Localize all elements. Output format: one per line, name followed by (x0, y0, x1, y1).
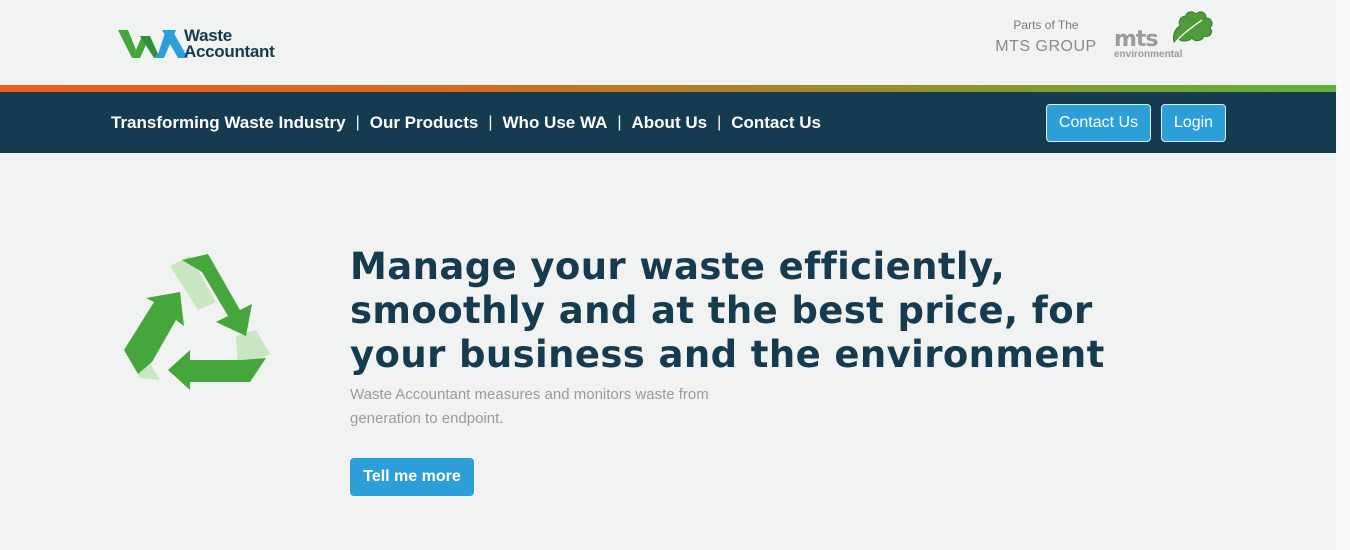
nav-links: Transforming Waste Industry | Our Produc… (111, 92, 821, 153)
hero-title-line: your business and the environment (350, 333, 1105, 376)
logo-line-2: Accountant (184, 42, 275, 61)
wa-logo-icon (118, 30, 188, 58)
hero-title-line: Manage your waste efficiently, (350, 245, 1006, 288)
nav-link-who-use-wa[interactable]: Who Use WA (503, 113, 608, 133)
nav-separator: | (717, 113, 722, 131)
login-button[interactable]: Login (1161, 104, 1226, 142)
hero-subtitle-line: generation to endpoint. (350, 410, 504, 427)
hero-title-line: smoothly and at the best price, for (350, 289, 1093, 332)
hero-subtitle: Waste Accountant measures and monitors w… (350, 383, 750, 431)
group-affiliation: Parts of The MTS GROUP (990, 18, 1102, 56)
nav-link-our-products[interactable]: Our Products (370, 113, 479, 133)
logo-wordmark: Waste Accountant (184, 27, 275, 61)
nav-separator: | (488, 113, 493, 131)
environmental-word: environmental (1114, 49, 1183, 60)
tell-me-more-button[interactable]: Tell me more (350, 458, 474, 496)
contact-us-button[interactable]: Contact Us (1046, 104, 1151, 142)
nav-link-contact-us[interactable]: Contact Us (731, 113, 821, 133)
oak-leaf-icon (1173, 11, 1213, 45)
hero-subtitle-line: Waste Accountant measures and monitors w… (350, 386, 709, 403)
accent-gradient-bar (0, 85, 1336, 92)
parts-of-label: Parts of The (1013, 18, 1079, 32)
scrollbar-gutter (1336, 0, 1350, 550)
mts-group-label: MTS GROUP (995, 38, 1097, 55)
nav-separator: | (355, 113, 360, 131)
main-nav: Transforming Waste Industry | Our Produc… (0, 92, 1336, 153)
top-header: Waste Accountant Parts of The MTS GROUP … (0, 0, 1336, 85)
hero-title: Manage your waste efficiently, smoothly … (350, 245, 1105, 377)
recycle-icon (124, 254, 270, 390)
nav-separator: | (617, 113, 622, 131)
nav-link-transforming-waste-industry[interactable]: Transforming Waste Industry (111, 113, 346, 133)
mts-environmental-logo[interactable]: mts environmental (1112, 8, 1216, 62)
waste-accountant-logo[interactable]: Waste Accountant (118, 27, 275, 61)
nav-link-about-us[interactable]: About Us (632, 113, 708, 133)
mts-word: mts (1114, 27, 1159, 52)
